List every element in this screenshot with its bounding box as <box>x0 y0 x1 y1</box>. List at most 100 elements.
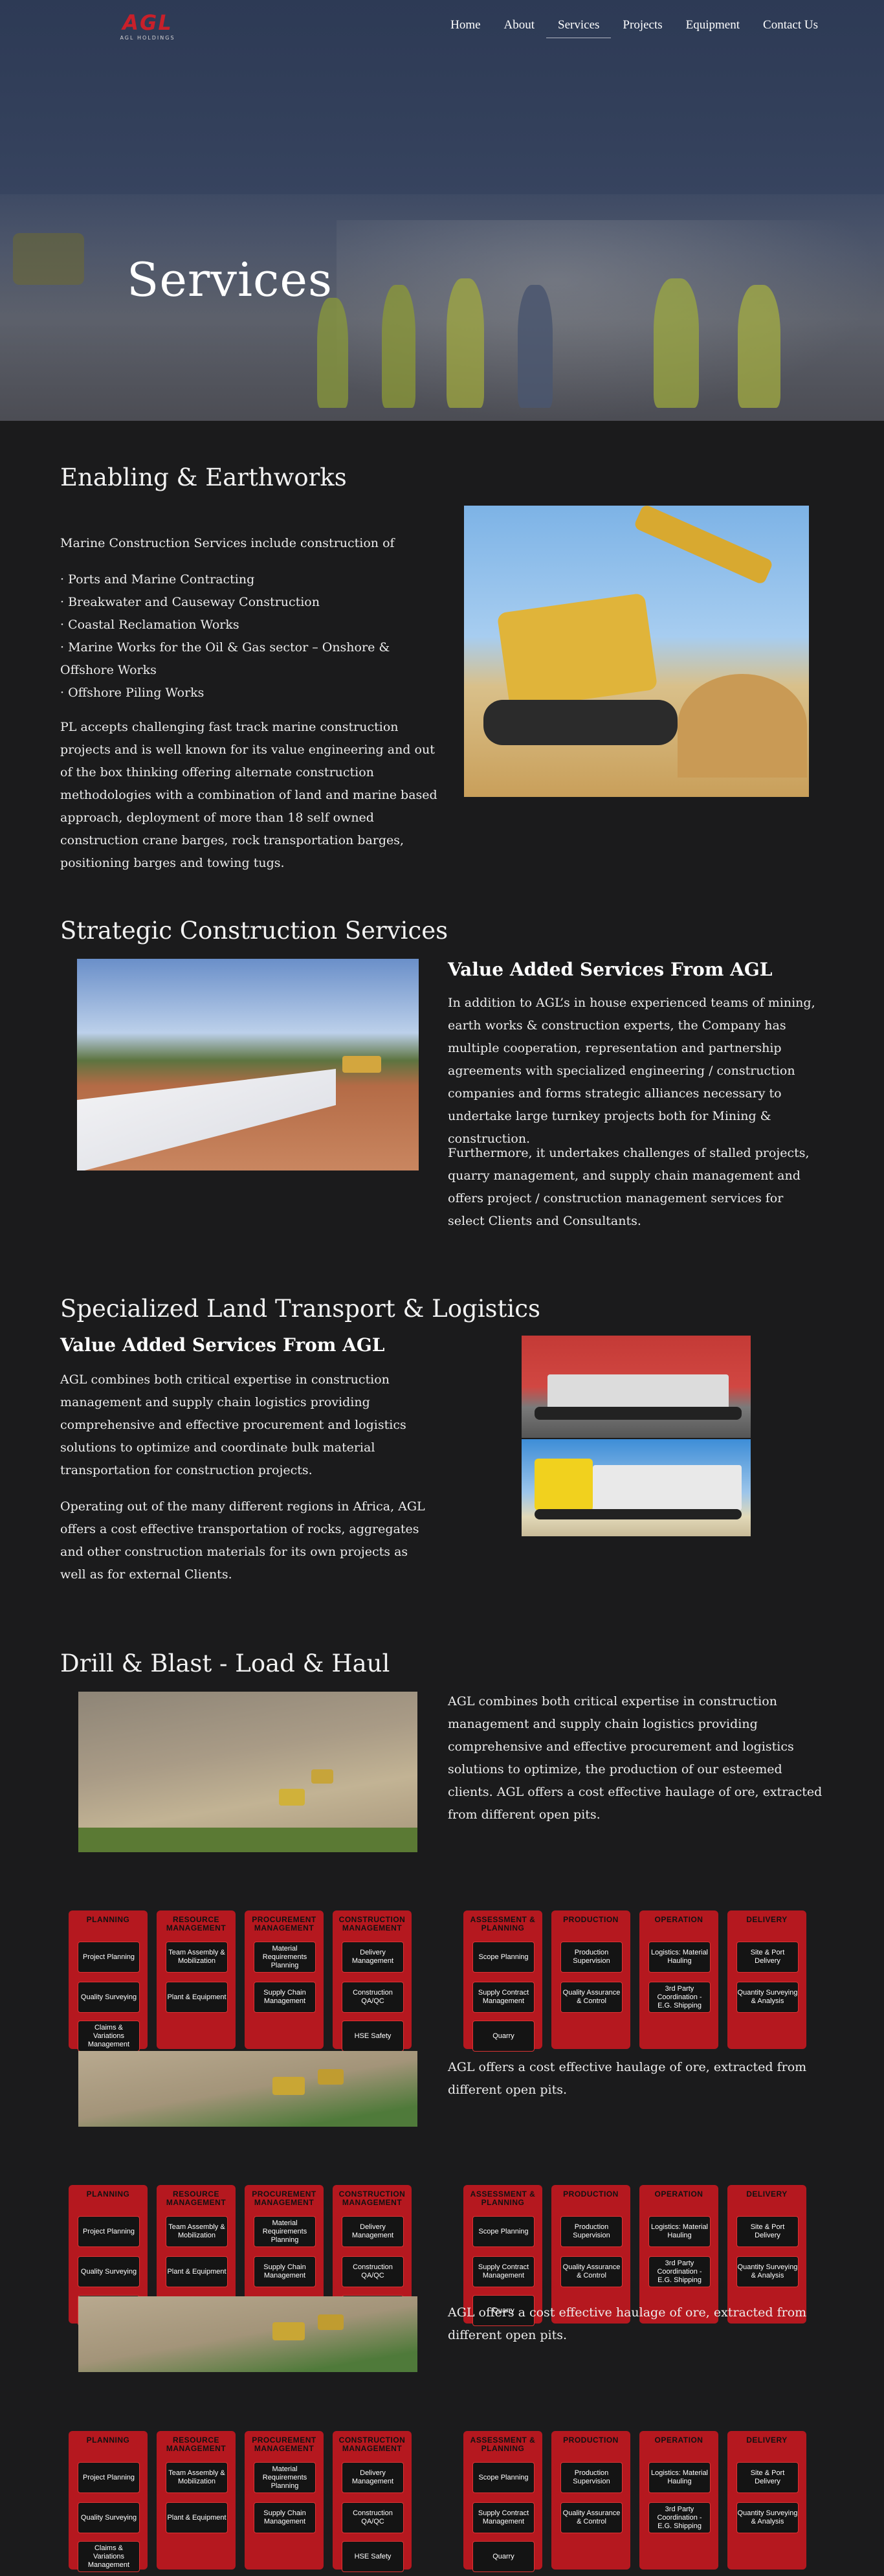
process-step-box: Logistics: Material Hauling <box>648 2462 711 2493</box>
process-infographic-left: PLANNING Project Planning Quality Surveyin… <box>69 2431 415 2576</box>
process-step-box: Delivery Management <box>342 2216 404 2247</box>
process-column-heading: PRODUCTION <box>563 2190 619 2199</box>
haul-road-image <box>78 2296 417 2372</box>
process-step-box: Delivery Management <box>342 1942 404 1973</box>
process-column: OPERATION Logistics: Material Hauling 3rd … <box>639 2431 718 2570</box>
process-column-heading: RESOURCE MANAGEMENT <box>166 2190 227 2207</box>
process-column-heading: CONSTRUCTION MANAGEMENT <box>338 2436 406 2453</box>
process-column-heading: RESOURCE MANAGEMENT <box>166 1915 227 1932</box>
enabling-list: · Ports and Marine Contracting · Breakwa… <box>60 568 436 704</box>
process-column: DELIVERY Site & Port Delivery Quantity Sur… <box>727 2431 806 2570</box>
drill-para: AGL combines both critical expertise in … <box>448 1694 823 1822</box>
process-step-box: Quality Surveying <box>78 1982 140 2013</box>
dump-truck-yellow-image <box>522 1439 751 1536</box>
process-column: PROCUREMENT MANAGEMENT Material Requireme… <box>245 1910 324 2049</box>
process-step-box: Quantity Surveying & Analysis <box>736 2502 799 2533</box>
process-step-box: Site & Port Delivery <box>736 2216 799 2247</box>
process-column: RESOURCE MANAGEMENT Team Assembly & Mobil… <box>157 2431 236 2570</box>
list-item: · Marine Works for the Oil & Gas sector … <box>60 640 390 677</box>
process-step-box: HSE Safety <box>342 2021 404 2052</box>
process-column-heading: ASSESSMENT & PLANNING <box>470 1915 536 1932</box>
process-column-heading: OPERATION <box>654 1915 703 1924</box>
list-item: · Offshore Piling Works <box>60 686 204 700</box>
nav-home[interactable]: Home <box>439 18 492 38</box>
process-column-heading: ASSESSMENT & PLANNING <box>470 2436 536 2453</box>
process-step-box: Quality Assurance & Control <box>560 1982 623 2013</box>
process-step-box: Quality Assurance & Control <box>560 2502 623 2533</box>
process-column: CONSTRUCTION MANAGEMENT Delivery Manageme… <box>333 2431 412 2572</box>
process-column: DELIVERY Site & Port Delivery Quantity Sur… <box>727 1910 806 2049</box>
page-title: Services <box>127 252 333 307</box>
process-column: OPERATION Logistics: Material Hauling 3rd … <box>639 1910 718 2049</box>
process-step-box: Delivery Management <box>342 2462 404 2493</box>
process-step-box: Scope Planning <box>472 1942 535 1973</box>
geotextile-site-image <box>77 959 419 1170</box>
process-step-box: Supply Chain Management <box>254 2502 316 2533</box>
process-step-box: Quarry <box>472 2021 535 2052</box>
process-step-box: Quantity Surveying & Analysis <box>736 1982 799 2013</box>
process-step-box: Quantity Surveying & Analysis <box>736 2256 799 2287</box>
strategic-para-1: In addition to AGL’s in house experience… <box>448 996 815 1146</box>
hero-rocks <box>337 220 884 421</box>
process-step-box: Material Requirements Planning <box>254 1942 316 1973</box>
nav-services[interactable]: Services <box>546 18 612 38</box>
process-step-box: Material Requirements Planning <box>254 2216 316 2247</box>
process-step-box: Team Assembly & Mobilization <box>166 2462 228 2493</box>
hero-worker <box>447 278 484 408</box>
process-step-box: Supply Chain Management <box>254 2256 316 2287</box>
hero-machine <box>13 233 84 285</box>
process-step-box: Plant & Equipment <box>166 2502 228 2533</box>
process-step-box: Quality Surveying <box>78 2256 140 2287</box>
process-step-box: Plant & Equipment <box>166 2256 228 2287</box>
process-step-box: Supply Contract Management <box>472 2502 535 2533</box>
process-column-heading: DELIVERY <box>746 2190 788 2199</box>
process-step-box: Logistics: Material Hauling <box>648 1942 711 1973</box>
process-step-box: Project Planning <box>78 2216 140 2247</box>
strategic-subtitle: Value Added Services From AGL <box>448 959 773 980</box>
process-column-heading: CONSTRUCTION MANAGEMENT <box>338 2190 406 2207</box>
nav-about[interactable]: About <box>492 18 547 38</box>
hero-worker <box>518 285 553 408</box>
process-step-box: 3rd Party Coordination - E.G. Shipping <box>648 1982 711 2013</box>
logo-mark: AGL <box>122 10 173 35</box>
nav-contact-us[interactable]: Contact Us <box>751 18 830 38</box>
process-column: ASSESSMENT & PLANNING Scope Planning Suppl… <box>463 1910 542 2052</box>
process-step-box: Scope Planning <box>472 2216 535 2247</box>
process-step-box: Supply Contract Management <box>472 1982 535 2013</box>
drill-repeat-text: AGL offers a cost effective haulage of o… <box>448 2305 807 2342</box>
process-step-box: Team Assembly & Mobilization <box>166 1942 228 1973</box>
process-step-box: Supply Contract Management <box>472 2256 535 2287</box>
process-column-heading: CONSTRUCTION MANAGEMENT <box>338 1915 406 1932</box>
enabling-intro: Marine Construction Services include con… <box>60 536 395 550</box>
open-pit-image <box>78 1692 417 1852</box>
process-column: PLANNING Project Planning Quality Surveyin… <box>69 2431 148 2572</box>
process-column-heading: PROCUREMENT MANAGEMENT <box>252 1915 316 1932</box>
process-step-box: Plant & Equipment <box>166 1982 228 2013</box>
hero-worker <box>317 298 348 408</box>
list-item: · Breakwater and Causeway Construction <box>60 595 320 609</box>
nav-projects[interactable]: Projects <box>611 18 674 38</box>
hero-banner <box>0 0 884 421</box>
process-column-heading: OPERATION <box>654 2436 703 2445</box>
process-column-heading: PLANNING <box>86 2190 130 2199</box>
nav-equipment[interactable]: Equipment <box>674 18 751 38</box>
logo-subtitle: AGL HOLDINGS <box>120 35 175 41</box>
process-column: PRODUCTION Production Supervision Quality … <box>551 1910 630 2049</box>
process-column-heading: DELIVERY <box>746 1915 788 1924</box>
process-column-heading: OPERATION <box>654 2190 703 2199</box>
section-title-strategic: Strategic Construction Services <box>60 917 448 945</box>
process-column-heading: PROCUREMENT MANAGEMENT <box>252 2190 316 2207</box>
process-step-box: Claims & Variations Management <box>78 2541 140 2572</box>
process-column: PLANNING Project Planning Quality Surveyin… <box>69 1910 148 2052</box>
process-column-heading: PLANNING <box>86 2436 130 2445</box>
dump-truck-red-image <box>522 1336 751 1438</box>
process-step-box: Logistics: Material Hauling <box>648 2216 711 2247</box>
section-title-transport: Specialized Land Transport & Logistics <box>60 1295 540 1323</box>
process-step-box: Team Assembly & Mobilization <box>166 2216 228 2247</box>
process-step-box: Production Supervision <box>560 2216 623 2247</box>
site-logo[interactable]: AGL AGL HOLDINGS <box>118 12 177 50</box>
hero-worker <box>654 278 699 408</box>
process-column-heading: PROCUREMENT MANAGEMENT <box>252 2436 316 2453</box>
process-column: RESOURCE MANAGEMENT Team Assembly & Mobil… <box>157 1910 236 2049</box>
process-column: CONSTRUCTION MANAGEMENT Delivery Manageme… <box>333 1910 412 2052</box>
